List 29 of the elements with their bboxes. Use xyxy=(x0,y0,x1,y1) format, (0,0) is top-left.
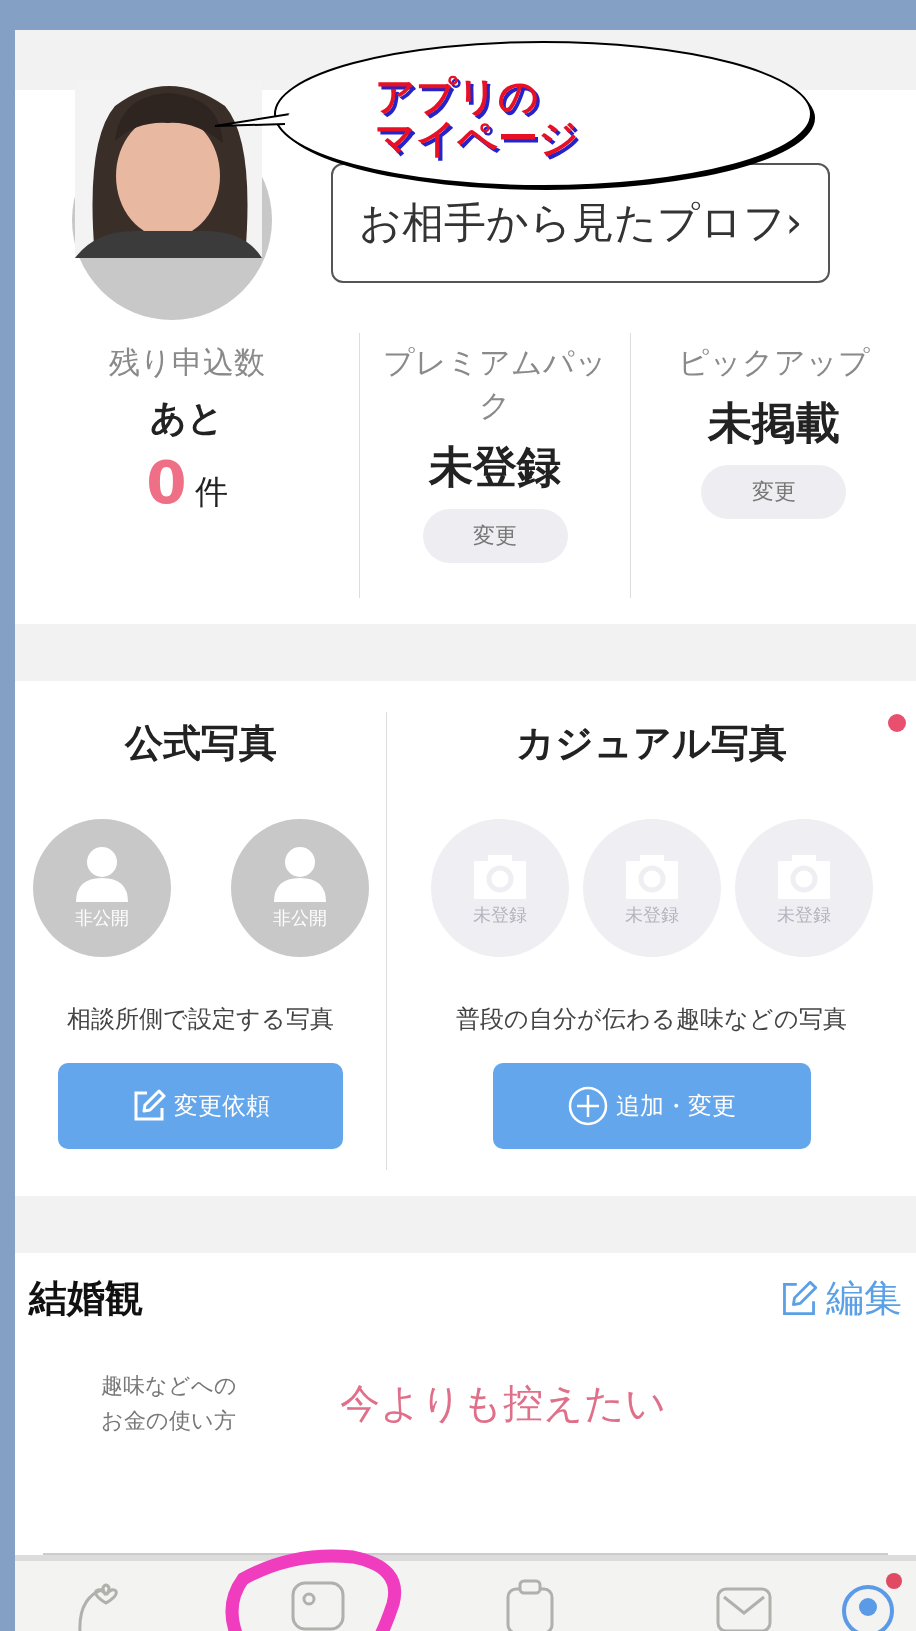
stat-label: プレミアムパック xyxy=(382,343,608,426)
edit-icon xyxy=(780,1279,818,1318)
plus-circle-icon xyxy=(567,1086,608,1126)
section-description: 相談所側で設定する写真 xyxy=(67,1004,334,1035)
photo-status: 未登録 xyxy=(472,903,527,927)
stat-prefix: あと xyxy=(150,396,224,441)
remaining-count: 0 xyxy=(146,449,187,518)
photo-placeholder[interactable]: 未登録 xyxy=(582,819,721,957)
photo-status: 未登録 xyxy=(776,903,831,927)
stat-status: 未掲載 xyxy=(707,396,840,451)
count-unit: 件 xyxy=(194,471,228,514)
speech-bubble-text: アプリの マイページ xyxy=(375,75,579,159)
section-description: 普段の自分が伝わる趣味などの写真 xyxy=(456,1004,847,1035)
section-title: 結婚観 xyxy=(29,1275,143,1322)
photo-action-button[interactable]: 変更依頼 xyxy=(58,1063,343,1149)
change-button[interactable]: 変更 xyxy=(422,508,568,563)
section-title: カジュアル写真 xyxy=(516,720,787,767)
section-title: 公式写真 xyxy=(124,720,277,767)
change-button[interactable]: 変更 xyxy=(701,465,846,520)
photo-action-button[interactable]: 追加・変更 xyxy=(492,1063,811,1149)
photo-status: 未登録 xyxy=(624,903,679,927)
stat-status: 未登録 xyxy=(429,439,561,494)
stat-label: 残り申込数 xyxy=(109,343,265,382)
photo-placeholder[interactable]: 未登録 xyxy=(734,819,873,957)
item-value: 今よりも控えたい xyxy=(340,1378,666,1428)
item-label: 趣味などへのお金の使い方 xyxy=(101,1372,238,1436)
stat-label: ピックアップ xyxy=(677,343,870,382)
edit-link[interactable]: 編集 xyxy=(780,1273,902,1324)
photo-placeholder[interactable]: 未登録 xyxy=(430,819,569,957)
